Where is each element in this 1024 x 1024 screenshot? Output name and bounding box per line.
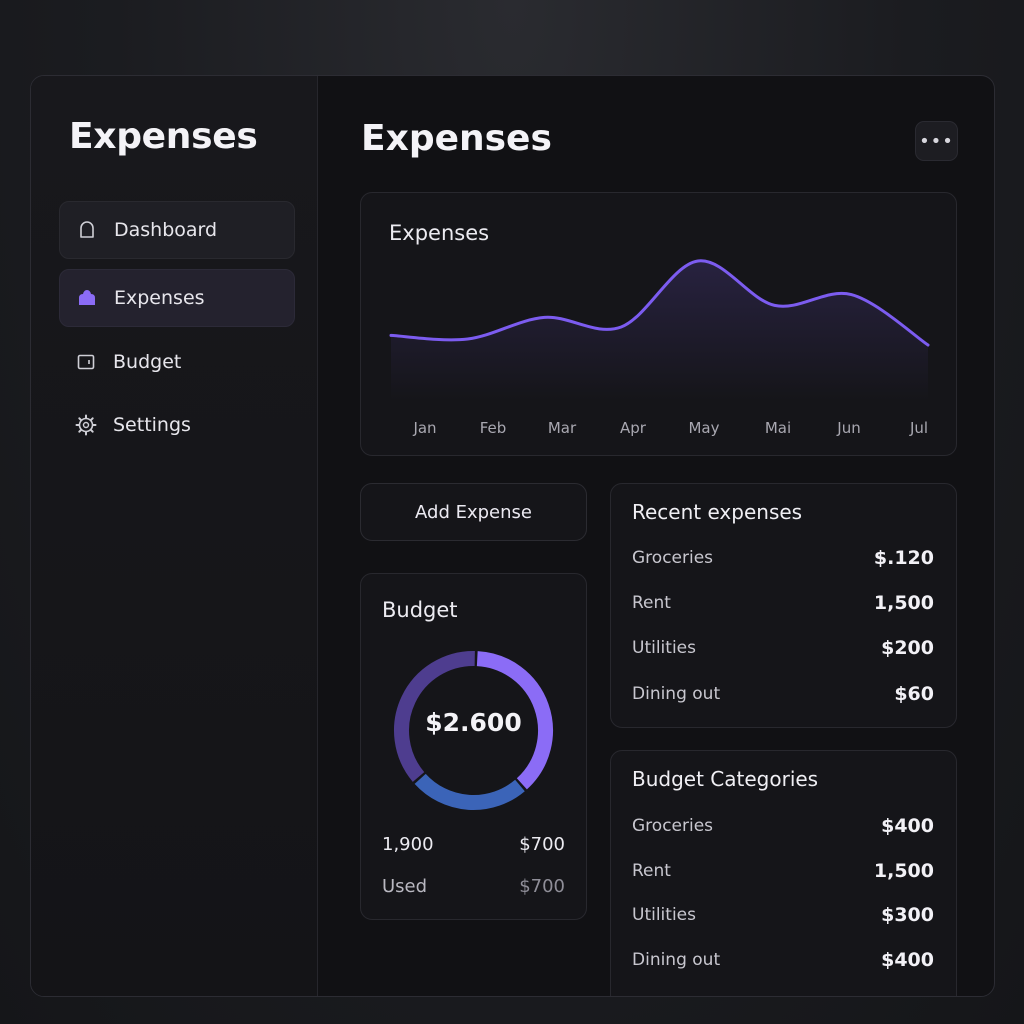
budget-used-label: Used xyxy=(382,876,428,897)
chart-title: Expenses xyxy=(389,221,490,245)
sidebar-item-budget[interactable]: Budget xyxy=(59,334,293,390)
budget-total: $2.600 xyxy=(425,708,522,737)
budget-remaining-value: $700 xyxy=(519,834,565,855)
recent-expenses-title: Recent expenses xyxy=(632,500,803,524)
gear-icon xyxy=(75,414,97,436)
sidebar-item-label: Settings xyxy=(113,414,191,436)
expense-name: Dining out xyxy=(632,684,721,704)
add-expense-button[interactable]: Add Expense xyxy=(360,483,587,541)
bell-icon xyxy=(76,219,98,241)
expenses-chart-card: Jan Feb Mar Apr May Mai Jun Jul Expenses xyxy=(360,192,957,456)
x-tick-label: Mar xyxy=(548,419,577,437)
expense-amount: 1,500 xyxy=(873,592,934,614)
budget-summary-row: 1,900 $700 xyxy=(382,834,565,855)
budget-used-value: $700 xyxy=(519,876,565,897)
category-name: Utilities xyxy=(632,905,696,925)
budget-title: Budget xyxy=(382,598,458,622)
more-options-button[interactable]: ••• xyxy=(915,121,958,161)
recent-expenses-card: Recent expenses Groceries $.120 Rent 1,5… xyxy=(610,483,957,728)
category-amount: $400 xyxy=(881,815,934,837)
budget-spent-value: 1,900 xyxy=(382,834,434,855)
category-amount: $300 xyxy=(881,904,934,926)
list-item[interactable]: Dining out $60 xyxy=(632,683,934,705)
expense-name: Utilities xyxy=(632,638,696,658)
budget-icon xyxy=(75,351,97,373)
x-tick-label: Mai xyxy=(765,419,791,437)
page-title: Expenses xyxy=(361,118,552,159)
category-amount: $400 xyxy=(881,949,934,971)
list-item[interactable]: Rent 1,500 xyxy=(632,592,934,614)
list-item[interactable]: Groceries $400 xyxy=(632,815,934,837)
budget-card: Budget $2.600 1,900 $700 Used $700 xyxy=(360,573,587,920)
chart-area-fill xyxy=(391,260,928,401)
expense-name: Groceries xyxy=(632,548,714,568)
list-item[interactable]: Utilities $200 xyxy=(632,637,934,659)
app-window: Expenses Dashboard Expenses Budget Setti… xyxy=(30,75,995,997)
budget-categories-card: Budget Categories Groceries $400 Rent 1,… xyxy=(610,750,957,996)
x-tick-label: Jun xyxy=(836,419,860,437)
expense-amount: $60 xyxy=(894,683,934,705)
category-name: Groceries xyxy=(632,816,714,836)
budget-used-row: Used $700 xyxy=(382,876,565,897)
sidebar-item-expenses[interactable]: Expenses xyxy=(59,269,295,327)
expense-name: Rent xyxy=(632,593,671,613)
sidebar-item-label: Expenses xyxy=(114,287,205,309)
x-tick-label: Feb xyxy=(480,419,507,437)
x-tick-label: May xyxy=(688,419,719,437)
x-tick-label: Jul xyxy=(909,419,928,437)
expense-amount: $200 xyxy=(881,637,934,659)
list-item[interactable]: Dining out $400 xyxy=(632,949,934,971)
list-item[interactable]: Utilities $300 xyxy=(632,904,934,926)
sidebar-item-label: Budget xyxy=(113,351,182,373)
x-tick-label: Jan xyxy=(412,419,436,437)
list-item[interactable]: Groceries $.120 xyxy=(632,547,934,569)
expense-amount: $.120 xyxy=(873,547,934,569)
sidebar-title: Expenses xyxy=(69,116,258,157)
list-item[interactable]: Rent 1,500 xyxy=(632,860,934,882)
sidebar-item-label: Dashboard xyxy=(114,219,218,241)
sidebar-item-settings[interactable]: Settings xyxy=(59,397,293,453)
wallet-icon xyxy=(76,287,98,309)
donut-segment xyxy=(414,773,525,810)
sidebar: Expenses Dashboard Expenses Budget Setti… xyxy=(31,76,318,996)
x-tick-label: Apr xyxy=(620,419,647,437)
category-amount: 1,500 xyxy=(873,860,934,882)
category-name: Dining out xyxy=(632,950,721,970)
budget-categories-title: Budget Categories xyxy=(632,767,819,791)
sidebar-item-dashboard[interactable]: Dashboard xyxy=(59,201,295,259)
category-name: Rent xyxy=(632,861,671,881)
